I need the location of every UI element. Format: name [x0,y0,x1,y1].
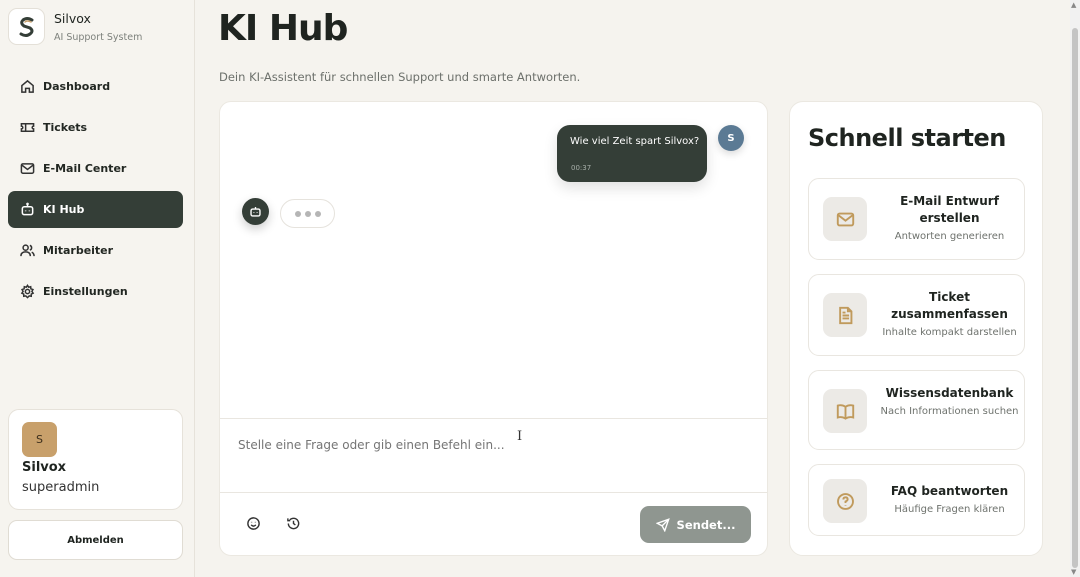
user-message-avatar: S [718,125,744,151]
mail-icon [823,197,867,241]
quick-action-subtitle: Nach Informationen suchen [880,406,1019,417]
nav-item-label: Dashboard [43,80,111,93]
quick-action-title: FAQ beantworten [890,484,1009,498]
user-card: S Silvox superadmin [8,409,183,510]
emoji-button[interactable] [242,512,264,534]
scrollbar-thumb[interactable] [1072,28,1078,568]
book-icon [823,389,867,433]
quick-action-knowledge-base[interactable]: Wissensdatenbank Nach Informationen such… [808,370,1025,450]
divider [220,418,767,419]
main-nav: Dashboard Tickets E-Mail Center KI Hub M… [8,68,183,314]
history-button[interactable] [282,512,304,534]
mail-icon [20,163,35,174]
quick-action-title: Wissensdatenbank [885,386,1014,400]
typing-dot [314,210,321,217]
nav-item-mitarbeiter[interactable]: Mitarbeiter [8,232,183,269]
brand-name: Silvox [54,10,91,26]
text-cursor-icon: I [517,429,523,444]
logo-icon [8,8,45,45]
scroll-up-icon[interactable]: ▲ [1071,1,1076,9]
chat-panel: Wie viel Zeit spart Silvox? 00:37 S I Se… [219,101,768,556]
quick-action-faq[interactable]: FAQ beantworten Häufige Fragen klären [808,464,1025,536]
quick-action-title: E-Mail Entwurf erstellen [900,194,999,225]
nav-item-label: Mitarbeiter [43,244,114,257]
nav-item-label: Tickets [43,121,88,134]
message-timestamp: 00:37 [571,164,592,172]
quick-action-subtitle: Inhalte kompakt darstellen [882,327,1017,338]
brand[interactable]: Silvox AI Support System [8,8,142,45]
page-scrollbar[interactable]: ▲ ▼ [1070,0,1080,577]
nav-item-label: KI Hub [43,203,85,216]
send-icon [655,517,670,532]
divider [220,492,767,493]
user-message-bubble: Wie viel Zeit spart Silvox? 00:37 [557,125,707,182]
gear-icon [20,284,35,299]
nav-item-dashboard[interactable]: Dashboard [8,68,183,105]
avatar: S [22,422,57,457]
typing-dot [294,210,301,217]
users-icon [20,244,35,257]
user-name: Silvox [22,460,67,475]
quick-action-subtitle: Antworten generieren [894,231,1005,242]
chat-input[interactable] [238,438,688,452]
nav-item-tickets[interactable]: Tickets [8,109,183,146]
bot-icon [21,202,34,216]
user-role: superadmin [22,480,100,495]
page-title: KI Hub [218,8,348,49]
bot-avatar-icon [242,198,269,225]
nav-item-einstellungen[interactable]: Einstellungen [8,273,183,310]
nav-item-label: Einstellungen [43,285,128,298]
page-subtitle: Dein KI-Assistent für schnellen Support … [219,70,581,84]
nav-item-label: E-Mail Center [43,162,127,175]
send-button[interactable]: Sendet... [640,506,751,543]
help-circle-icon [823,479,867,523]
typing-dot [304,210,311,217]
quick-start-panel: Schnell starten E-Mail Entwurf erstellen… [789,101,1043,556]
sidebar: Silvox AI Support System Dashboard Ticke… [0,0,195,577]
smiley-icon [246,516,260,530]
document-icon [823,293,867,337]
nav-item-ki-hub[interactable]: KI Hub [8,191,183,228]
home-icon [21,79,34,93]
logout-button[interactable]: Abmelden [8,520,183,560]
typing-indicator [280,199,335,228]
ticket-icon [20,123,35,132]
quick-action-subtitle: Häufige Fragen klären [894,504,1005,515]
quick-action-title: Ticket zusammenfassen [891,290,1008,321]
brand-subtitle: AI Support System [54,31,143,43]
history-icon [286,517,299,529]
nav-item-email-center[interactable]: E-Mail Center [8,150,183,187]
quick-action-email-draft[interactable]: E-Mail Entwurf erstellen Antworten gener… [808,178,1025,260]
send-button-label: Sendet... [676,517,736,532]
user-message-text: Wie viel Zeit spart Silvox? [570,136,700,147]
quick-action-summarize-ticket[interactable]: Ticket zusammenfassen Inhalte kompakt da… [808,274,1025,356]
quick-start-title: Schnell starten [808,124,1006,152]
scroll-down-icon[interactable]: ▼ [1071,568,1076,576]
